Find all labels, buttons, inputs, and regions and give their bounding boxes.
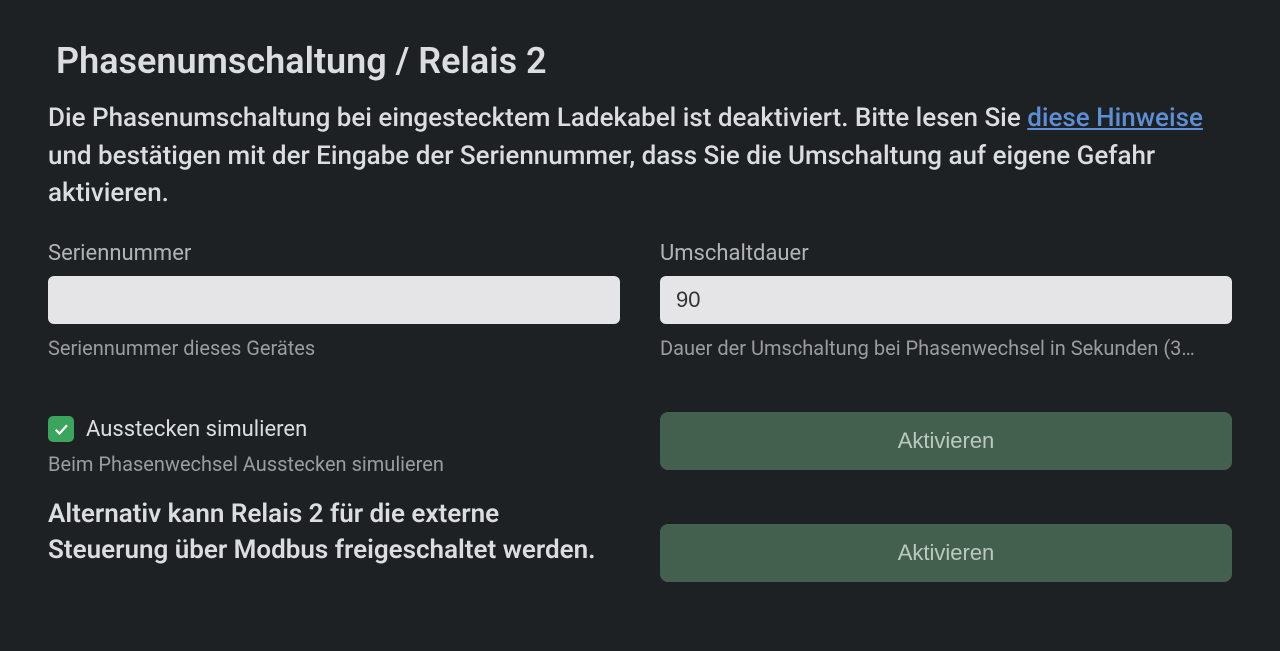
serial-input[interactable] xyxy=(48,276,620,324)
left-lower-section: Ausstecken simulieren Beim Phasenwechsel… xyxy=(48,360,620,582)
simulate-unplug-help: Beim Phasenwechsel Ausstecken simulieren xyxy=(48,452,620,476)
description-part2: und bestätigen mit der Eingabe der Serie… xyxy=(48,141,1155,209)
serial-help: Seriennummer dieses Gerätes xyxy=(48,336,620,360)
duration-help: Dauer der Umschaltung bei Phasenwechsel … xyxy=(660,336,1232,360)
activate-phase-switching-button[interactable]: Aktivieren xyxy=(660,412,1232,470)
button-column: Aktivieren Aktivieren xyxy=(660,412,1232,582)
serial-field-group: Seriennummer Seriennummer dieses Gerätes xyxy=(48,241,620,360)
duration-field-group: Umschaltdauer Dauer der Umschaltung bei … xyxy=(660,241,1232,360)
duration-label: Umschaltdauer xyxy=(660,241,1232,266)
activate-relay2-modbus-button[interactable]: Aktivieren xyxy=(660,524,1232,582)
check-icon xyxy=(52,420,70,438)
description-part1: Die Phasenumschaltung bei eingestecktem … xyxy=(48,103,1027,133)
simulate-unplug-label: Ausstecken simulieren xyxy=(86,417,307,442)
page-description: Die Phasenumschaltung bei eingestecktem … xyxy=(48,100,1232,213)
simulate-unplug-row: Ausstecken simulieren xyxy=(48,416,620,442)
simulate-unplug-checkbox[interactable] xyxy=(48,416,74,442)
page-title: Phasenumschaltung / Relais 2 xyxy=(56,40,1232,82)
duration-input[interactable] xyxy=(660,276,1232,324)
serial-label: Seriennummer xyxy=(48,241,620,266)
form-grid: Seriennummer Seriennummer dieses Gerätes… xyxy=(48,241,1232,582)
alternative-text: Alternativ kann Relais 2 für die externe… xyxy=(48,496,620,569)
notes-link[interactable]: diese Hinweise xyxy=(1027,103,1203,133)
